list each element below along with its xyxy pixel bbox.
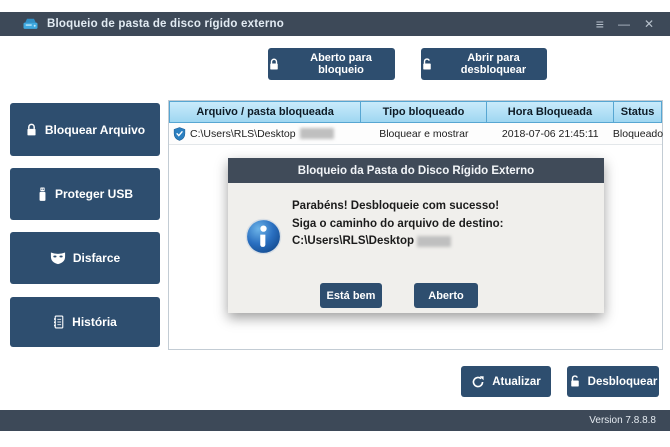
sidebar-item-protect-usb[interactable]: Proteger USB xyxy=(10,168,160,220)
dialog-title: Bloqueio da Pasta do Disco Rígido Extern… xyxy=(228,158,604,183)
unlock-button[interactable]: Desbloquear xyxy=(567,366,659,397)
lock-closed-icon xyxy=(268,58,280,71)
history-icon xyxy=(53,315,65,329)
redacted-path-segment xyxy=(417,236,451,247)
cell-lock-type: Bloquear e mostrar xyxy=(361,123,486,144)
info-icon xyxy=(245,218,282,260)
app-window: Bloqueio de pasta de disco rígido extern… xyxy=(0,0,670,447)
sidebar-item-disguise[interactable]: Disfarce xyxy=(10,232,160,284)
window-title: Bloqueio de pasta de disco rígido extern… xyxy=(47,18,284,30)
redacted-path-segment xyxy=(300,128,334,139)
column-header-status: Status xyxy=(614,101,662,123)
shield-check-icon xyxy=(173,127,186,141)
refresh-button[interactable]: Atualizar xyxy=(461,366,551,397)
version-label: Version 7.8.8.8 xyxy=(589,415,656,426)
button-label: Abrir para desbloquear xyxy=(440,52,547,76)
dialog-body: Parabéns! Desbloqueie com sucesso! Siga … xyxy=(228,183,604,313)
success-dialog: Bloqueio da Pasta do Disco Rígido Extern… xyxy=(228,158,604,313)
mask-icon xyxy=(50,251,66,265)
button-label: Desbloquear xyxy=(588,376,658,388)
open-button[interactable]: Aberto xyxy=(414,283,478,308)
cell-path: C:\Users\RLS\Desktop xyxy=(169,123,361,144)
sidebar-item-lock-file[interactable]: Bloquear Arquivo xyxy=(10,103,160,156)
button-label: Atualizar xyxy=(492,376,541,388)
dialog-line-2: Siga o caminho do arquivo de destino: xyxy=(292,216,504,234)
cell-status: Bloqueado xyxy=(614,123,662,144)
minimize-icon[interactable]: — xyxy=(618,18,630,30)
sidebar-item-label: História xyxy=(72,315,117,329)
sidebar-item-history[interactable]: História xyxy=(10,297,160,347)
sidebar-item-label: Disfarce xyxy=(73,251,120,265)
sidebar-item-label: Bloquear Arquivo xyxy=(45,123,145,137)
ok-button[interactable]: Está bem xyxy=(320,283,382,308)
dialog-line-1: Parabéns! Desbloqueie com sucesso! xyxy=(292,198,504,216)
close-icon[interactable]: ✕ xyxy=(644,18,654,30)
dialog-message: Parabéns! Desbloqueie com sucesso! Siga … xyxy=(292,198,504,251)
lock-icon xyxy=(25,123,38,137)
menu-icon[interactable]: ≡ xyxy=(596,17,604,31)
table-row[interactable]: C:\Users\RLS\Desktop Bloquear e mostrar … xyxy=(169,123,662,145)
column-header-file: Arquivo / pasta bloqueada xyxy=(169,101,361,123)
dialog-destination-path: C:\Users\RLS\Desktop xyxy=(292,233,414,251)
lock-open-icon xyxy=(569,375,581,388)
cell-lock-time: 2018-07-06 21:45:11 xyxy=(487,123,614,144)
usb-icon xyxy=(37,187,48,202)
table-header-row: Arquivo / pasta bloqueada Tipo bloqueado… xyxy=(169,101,662,123)
locked-path: C:\Users\RLS\Desktop xyxy=(190,128,296,140)
column-header-time: Hora Bloqueada xyxy=(487,101,614,123)
window-controls: ≡ — ✕ xyxy=(596,17,660,31)
sidebar-item-label: Proteger USB xyxy=(55,187,133,201)
lock-open-icon xyxy=(421,58,433,71)
open-for-lock-button[interactable]: Aberto para bloqueio xyxy=(268,48,395,80)
button-label: Aberto para bloqueio xyxy=(287,52,395,76)
column-header-type: Tipo bloqueado xyxy=(361,101,486,123)
status-bar: Version 7.8.8.8 xyxy=(0,410,670,431)
title-bar: Bloqueio de pasta de disco rígido extern… xyxy=(0,12,670,36)
open-for-unlock-button[interactable]: Abrir para desbloquear xyxy=(421,48,547,80)
refresh-icon xyxy=(471,375,485,389)
drive-icon xyxy=(22,17,39,31)
